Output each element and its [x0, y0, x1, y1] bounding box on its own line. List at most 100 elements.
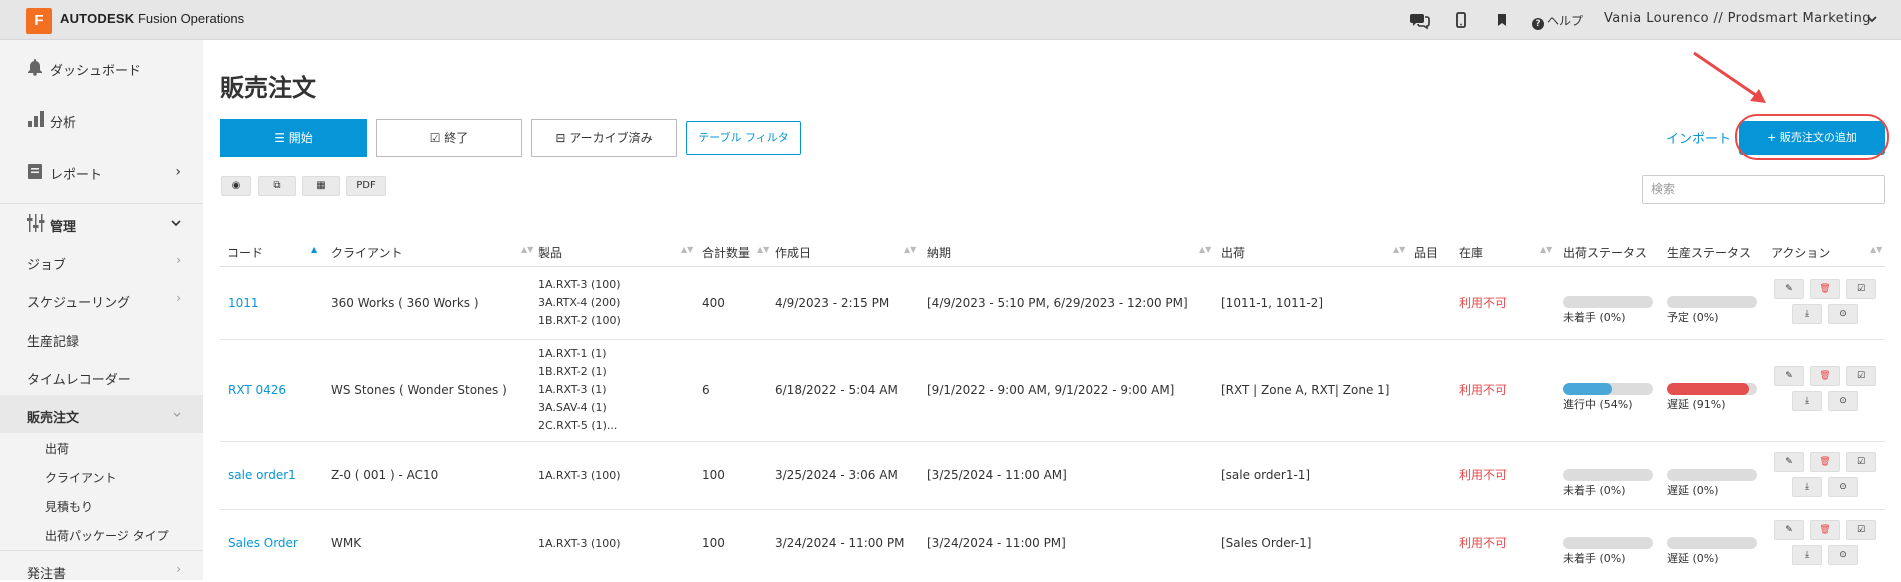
- sidebar-item-analytics[interactable]: 分析: [0, 106, 203, 132]
- complete-check-icon[interactable]: ☑: [1846, 520, 1876, 540]
- info-icon[interactable]: ⊙: [1828, 391, 1858, 411]
- client-cell: WS Stones ( Wonder Stones ): [331, 383, 507, 397]
- user-menu[interactable]: Vania Lourenco // Prodsmart Marketing: [1604, 11, 1871, 26]
- col-header-prod-status[interactable]: 生産ステータス: [1667, 244, 1751, 261]
- sidebar-subitem-quotes[interactable]: 見積もり: [45, 498, 93, 515]
- pdf-export-button[interactable]: PDF: [346, 176, 386, 196]
- tab-open[interactable]: ☰ 開始: [220, 119, 367, 157]
- due-cell: [9/1/2022 - 9:00 AM, 9/1/2022 - 9:00 AM]: [927, 383, 1175, 397]
- sort-icon[interactable]: ▲▼: [1540, 245, 1552, 254]
- sidebar-item-label: 管理: [50, 220, 77, 235]
- col-header-stock[interactable]: 在庫: [1459, 244, 1483, 261]
- visibility-eye-icon[interactable]: ◉: [221, 176, 251, 196]
- bookmark-icon[interactable]: [1492, 10, 1512, 30]
- tab-label: 開始: [288, 131, 313, 145]
- edit-icon[interactable]: ✎: [1774, 520, 1804, 540]
- delete-icon[interactable]: 🗑: [1810, 520, 1840, 540]
- sidebar-subitem-shipments[interactable]: 出荷: [45, 440, 69, 457]
- tab-archived[interactable]: ⊟ アーカイブ済み: [531, 119, 677, 157]
- sidebar-item-production-records[interactable]: 生産記録: [0, 327, 203, 350]
- download-icon[interactable]: ⤓: [1792, 391, 1822, 411]
- sidebar-item-sales-orders[interactable]: 販売注文: [0, 403, 203, 426]
- download-icon[interactable]: ⤓: [1792, 304, 1822, 324]
- import-link[interactable]: インポート: [1666, 128, 1731, 147]
- help-link[interactable]: ? ヘルプ: [1532, 12, 1583, 30]
- sidebar-item-jobs[interactable]: ジョブ ›: [0, 250, 203, 273]
- product-line: 1B.RXT-2 (100): [538, 314, 621, 327]
- sidebar-item-time-recorder[interactable]: タイムレコーダー: [0, 365, 203, 388]
- sort-icon[interactable]: ▲▼: [1199, 245, 1211, 254]
- sidebar-subitem-package-types[interactable]: 出荷パッケージ タイプ: [45, 527, 169, 544]
- sort-icon[interactable]: ▲▼: [681, 245, 693, 254]
- col-header-items[interactable]: 品目: [1414, 244, 1438, 261]
- sliders-icon: [27, 214, 45, 232]
- order-code-link[interactable]: 1011: [228, 296, 259, 310]
- sidebar-item-label: レポート: [50, 168, 103, 183]
- complete-check-icon[interactable]: ☑: [1846, 452, 1876, 472]
- brand-name: AUTODESK: [60, 11, 135, 26]
- product-name: Fusion Operations: [137, 11, 245, 26]
- fusion-logo-icon[interactable]: F: [26, 8, 52, 34]
- sort-icon[interactable]: ▲▼: [521, 245, 533, 254]
- order-code-link[interactable]: sale order1: [228, 468, 296, 482]
- edit-icon[interactable]: ✎: [1774, 452, 1804, 472]
- info-icon[interactable]: ⊙: [1828, 304, 1858, 324]
- stock-status: 利用不可: [1459, 536, 1508, 550]
- chevron-right-icon: ›: [176, 253, 181, 267]
- col-header-client[interactable]: クライアント: [331, 244, 403, 261]
- table-grid-icon[interactable]: ▦: [302, 176, 340, 196]
- shipment-cell: [Sales Order-1]: [1221, 536, 1312, 550]
- sidebar-item-management[interactable]: 管理: [0, 210, 203, 236]
- sort-icon[interactable]: ▲▼: [1393, 245, 1405, 254]
- product-line: 2C.RXT-5 (1)...: [538, 419, 618, 432]
- delete-icon[interactable]: 🗑: [1810, 366, 1840, 386]
- col-header-created[interactable]: 作成日: [775, 244, 811, 261]
- created-cell: 6/18/2022 - 5:04 AM: [775, 383, 898, 397]
- sidebar-item-reports[interactable]: レポート ›: [0, 158, 203, 184]
- product-line: 3A.SAV-4 (1): [538, 401, 607, 414]
- tab-closed[interactable]: ☑ 終了: [376, 119, 522, 157]
- col-header-due[interactable]: 納期: [927, 244, 951, 261]
- delete-icon[interactable]: 🗑: [1810, 279, 1840, 299]
- tab-label: アーカイブ済み: [569, 131, 653, 145]
- table-filter-button[interactable]: テーブル フィルタ: [686, 121, 801, 155]
- copy-icon[interactable]: ⧉: [258, 176, 296, 196]
- prod-status-label: 遅延 (0%): [1667, 552, 1719, 565]
- sidebar-item-purchase-orders[interactable]: 発注書 ›: [0, 559, 203, 582]
- search-input[interactable]: 検索: [1642, 175, 1885, 204]
- complete-check-icon[interactable]: ☑: [1846, 279, 1876, 299]
- order-code-link[interactable]: Sales Order: [228, 536, 298, 550]
- chat-icon[interactable]: [1410, 10, 1430, 30]
- edit-icon[interactable]: ✎: [1774, 279, 1804, 299]
- sidebar-divider: [0, 550, 203, 551]
- info-icon[interactable]: ⊙: [1828, 477, 1858, 497]
- sidebar-item-scheduling[interactable]: スケジューリング ›: [0, 288, 203, 311]
- col-header-quantity[interactable]: 合計数量: [702, 244, 750, 261]
- progress-fill: [1563, 383, 1612, 395]
- sort-asc-icon[interactable]: ▲: [311, 245, 317, 254]
- col-header-code[interactable]: コード: [227, 244, 263, 261]
- ship-progress-bar: [1563, 383, 1653, 395]
- due-cell: [3/24/2024 - 11:00 PM]: [927, 536, 1066, 550]
- sidebar-subitem-clients[interactable]: クライアント: [45, 469, 117, 486]
- mobile-icon[interactable]: [1451, 10, 1471, 30]
- info-icon[interactable]: ⊙: [1828, 545, 1858, 565]
- ship-status-label: 進行中 (54%): [1563, 398, 1633, 411]
- sort-icon[interactable]: ▲▼: [757, 245, 769, 254]
- sidebar-item-dashboard[interactable]: ダッシュボード: [0, 54, 203, 80]
- edit-icon[interactable]: ✎: [1774, 366, 1804, 386]
- chevron-down-icon[interactable]: [1866, 13, 1878, 25]
- download-icon[interactable]: ⤓: [1792, 545, 1822, 565]
- order-code-link[interactable]: RXT 0426: [228, 383, 286, 397]
- col-header-products[interactable]: 製品: [538, 244, 562, 261]
- col-header-shipment[interactable]: 出荷: [1221, 244, 1245, 261]
- chevron-right-icon: ›: [175, 164, 181, 180]
- sort-icon[interactable]: ▲▼: [904, 245, 916, 254]
- sort-icon[interactable]: ▲▼: [1870, 245, 1882, 254]
- download-icon[interactable]: ⤓: [1792, 477, 1822, 497]
- col-header-ship-status[interactable]: 出荷ステータス: [1563, 244, 1647, 261]
- delete-icon[interactable]: 🗑: [1810, 452, 1840, 472]
- complete-check-icon[interactable]: ☑: [1846, 366, 1876, 386]
- list-icon: ☰: [274, 131, 289, 145]
- ship-progress-bar: [1563, 469, 1653, 481]
